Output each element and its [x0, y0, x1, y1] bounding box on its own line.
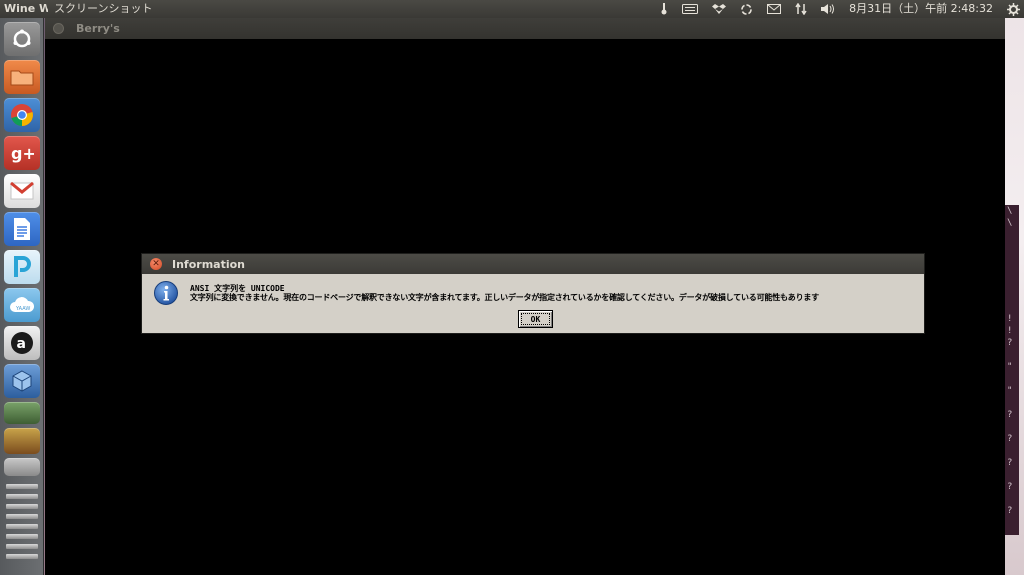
- window-close-icon[interactable]: [53, 23, 64, 34]
- stacked-window-icon[interactable]: [6, 494, 38, 499]
- amazon-icon[interactable]: a: [4, 326, 40, 360]
- message-line-2: 文字列に変換できません。現在のコードページで解釈できない文字が含まれてます。正し…: [190, 293, 819, 302]
- close-icon[interactable]: ✕: [150, 258, 162, 270]
- folder-icon[interactable]: [4, 60, 40, 94]
- sync-icon[interactable]: [740, 3, 753, 16]
- stacked-window-icon[interactable]: [6, 484, 38, 489]
- google-plus-icon[interactable]: g+: [4, 136, 40, 170]
- thermometer-icon[interactable]: [660, 3, 668, 15]
- dropbox-icon[interactable]: [712, 3, 727, 15]
- mail-icon[interactable]: [767, 4, 782, 14]
- background-terminal: \ \ ! ! ? " " ? ? ? ? ?: [1005, 205, 1019, 535]
- launcher: g+ YAAW a: [0, 18, 44, 575]
- terminal-stack-icon[interactable]: [4, 402, 40, 424]
- volume-icon[interactable]: [821, 3, 835, 15]
- stacked-window-icon[interactable]: [6, 544, 38, 549]
- indicator-area: 8月31日（土）午前 2:48:32: [646, 0, 1020, 18]
- ok-button[interactable]: OK: [518, 310, 553, 328]
- stacked-window-icon[interactable]: [4, 458, 40, 476]
- clock-text[interactable]: 8月31日（土）午前 2:48:32: [849, 0, 993, 18]
- svg-text:YAAW: YAAW: [15, 306, 30, 312]
- gmail-icon[interactable]: [4, 174, 40, 208]
- docs-icon[interactable]: [4, 212, 40, 246]
- info-icon: [153, 280, 179, 310]
- pandora-icon[interactable]: [4, 250, 40, 284]
- dialog-title: Information: [172, 257, 245, 271]
- stacked-window-icon[interactable]: [6, 514, 38, 519]
- wine-app-icon[interactable]: [4, 428, 40, 454]
- gear-icon[interactable]: [1007, 2, 1020, 16]
- stacked-window-icon[interactable]: [6, 534, 38, 539]
- stacked-window-icon[interactable]: [6, 504, 38, 509]
- background-terminal-text: \ \ ! ! ? " " ? ? ? ? ?: [1007, 206, 1013, 516]
- virtualbox-icon[interactable]: [4, 364, 40, 398]
- keyboard-icon[interactable]: [682, 4, 699, 14]
- information-dialog: ✕ Information ANSI 文字列を UNICODE 文字列に変換でき…: [141, 253, 925, 334]
- svg-text:g+: g+: [11, 144, 34, 163]
- active-window-title: スクリーンショット: [54, 2, 153, 15]
- main-window-titlebar[interactable]: Berry's: [45, 18, 1005, 39]
- stacked-window-icon[interactable]: [6, 554, 38, 559]
- ubuntu-logo-icon[interactable]: [4, 22, 40, 56]
- network-icon[interactable]: [795, 3, 807, 15]
- dialog-titlebar[interactable]: ✕ Information: [142, 254, 924, 274]
- svg-text:a: a: [17, 336, 26, 352]
- chrome-icon[interactable]: [4, 98, 40, 132]
- cloud-icon[interactable]: YAAW: [4, 288, 40, 322]
- top-panel: Wine W スクリーンショット 8月31日（土）午前 2:48:32: [0, 0, 1024, 18]
- main-window-title: Berry's: [76, 22, 120, 35]
- app-name: Wine W: [4, 2, 48, 15]
- stacked-window-icon[interactable]: [6, 524, 38, 529]
